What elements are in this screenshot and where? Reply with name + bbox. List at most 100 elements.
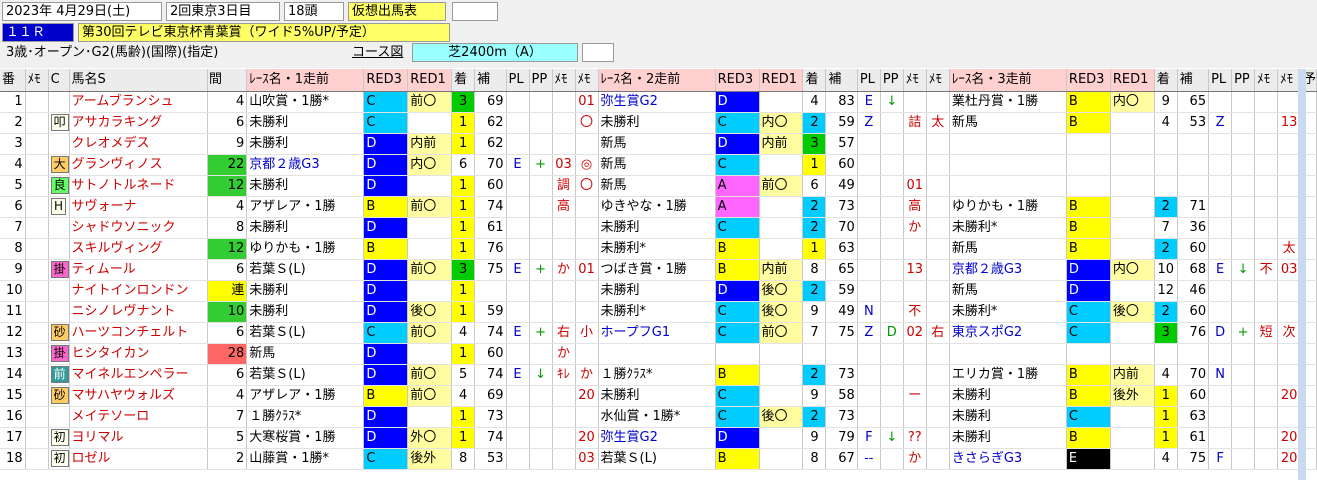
horse-name[interactable]: マサハヤウォルズ — [69, 385, 208, 407]
memo-cell[interactable] — [25, 217, 49, 239]
memo-a-r2[interactable] — [903, 238, 927, 260]
column-header[interactable]: ﾒﾓ — [1254, 69, 1279, 92]
column-header[interactable]: 補 — [1177, 69, 1210, 92]
memo-b-r2[interactable] — [926, 259, 950, 281]
race-name-r2[interactable]: ゆきやな・1勝 — [598, 196, 716, 218]
memo-a-r1[interactable]: 調 — [552, 175, 576, 197]
memo-a-r2[interactable] — [903, 154, 927, 176]
race-name-r2[interactable]: 若葉Ｓ(L) — [598, 448, 716, 470]
table-row[interactable]: 2 叩アサカラキング 6 未勝利 C 1 62 〇未勝利 C 内〇 2 59 Z 詰太新馬 B 4 53 Z 13 — [0, 112, 1317, 134]
memo-a-r3[interactable] — [1254, 238, 1279, 260]
memo-a-r1[interactable] — [552, 448, 576, 470]
memo-cell[interactable] — [25, 322, 49, 344]
memo-b-r1[interactable]: か — [575, 364, 599, 386]
memo-b-r2[interactable] — [926, 175, 950, 197]
memo-a-r3[interactable]: 短 — [1254, 322, 1279, 344]
column-header[interactable]: 間 — [207, 69, 248, 92]
table-row[interactable]: 18 初ロゼル 2 山藤賞・1勝* C 後外 8 53 03 若葉Ｓ(L) B 8 67 -- かきさらぎG… — [0, 448, 1317, 470]
race-name-r3[interactable]: きさらぎG3 — [949, 448, 1067, 470]
memo-cell[interactable] — [25, 196, 49, 218]
memo-a-r1[interactable] — [552, 238, 576, 260]
race-name-r3[interactable]: エリカ賞・1勝 — [949, 364, 1067, 386]
memo-b-r1[interactable]: 03 — [575, 448, 599, 470]
table-row[interactable]: 11 ニシノレヴナント 10 未勝利 D 後〇 1 59 未勝利* C 後〇 9 49 N 不未勝利* C 後〇… — [0, 301, 1317, 323]
horse-name[interactable]: ヨリマル — [69, 427, 208, 449]
course-extra[interactable] — [582, 43, 614, 62]
column-header[interactable]: PL — [1208, 69, 1233, 92]
race-name-r2[interactable]: 未勝利 — [598, 217, 716, 239]
table-row[interactable]: 13 掛ヒシタイカン 28 新馬 D 1 60 か — [0, 343, 1317, 365]
horse-name[interactable]: メイテソーロ — [69, 406, 208, 428]
memo-b-r1[interactable]: 01 — [575, 91, 599, 113]
race-name-r1[interactable]: 若葉Ｓ(L) — [246, 364, 365, 386]
memo-a-r3[interactable] — [1254, 406, 1279, 428]
table-row[interactable]: 17 初ヨリマル 5 大寒桜賞・1勝 D 外〇 1 74 20 弥生賞G2 D 9 79 F ↓?? 未勝利 B… — [0, 427, 1317, 449]
memo-b-r1[interactable]: 小 — [575, 322, 599, 344]
memo-a-r2[interactable] — [903, 364, 927, 386]
memo-a-r1[interactable] — [552, 112, 576, 134]
race-name-r3[interactable] — [949, 343, 1067, 365]
column-header[interactable]: ﾚｰｽ名・2走前 — [598, 69, 716, 92]
race-name-r2[interactable]: ホープフG1 — [598, 322, 716, 344]
race-name-r2[interactable]: 新馬 — [598, 154, 716, 176]
horse-name[interactable]: ロゼル — [69, 448, 208, 470]
memo-a-r2[interactable]: か — [903, 217, 927, 239]
race-name-r1[interactable]: １勝ｸﾗｽ* — [246, 406, 365, 428]
race-name-r3[interactable]: 京都２歳G3 — [949, 259, 1067, 281]
race-name-r1[interactable]: 未勝利 — [246, 280, 365, 302]
column-header[interactable]: RED3 — [363, 69, 409, 92]
race-name-r1[interactable]: 未勝利 — [246, 133, 365, 155]
race-name-r3[interactable]: 未勝利 — [949, 427, 1067, 449]
memo-cell[interactable] — [25, 112, 49, 134]
meet-field[interactable]: 2回東京3日目 — [166, 2, 280, 21]
race-name-r3[interactable]: 業杜丹賞・1勝 — [949, 91, 1067, 113]
memo-a-r1[interactable] — [552, 385, 576, 407]
race-name-r1[interactable]: 大寒桜賞・1勝 — [246, 427, 365, 449]
horse-name[interactable]: アサカラキング — [69, 112, 208, 134]
column-header[interactable]: 補 — [825, 69, 858, 92]
column-header[interactable]: 着 — [802, 69, 827, 92]
memo-cell[interactable] — [25, 133, 49, 155]
memo-b-r2[interactable] — [926, 301, 950, 323]
column-header[interactable]: 番 — [0, 69, 26, 92]
horse-name[interactable]: グランヴィノス — [69, 154, 208, 176]
table-row[interactable]: 9 掛ティムール 6 若葉Ｓ(L) D 前〇 3 75 E + か 01 つばき賞・1勝 B 内前 8 65 13… — [0, 259, 1317, 281]
horse-name[interactable]: ハーツコンチェルト — [69, 322, 208, 344]
column-header[interactable]: RED1 — [1110, 69, 1155, 92]
memo-b-r1[interactable]: 01 — [575, 259, 599, 281]
memo-a-r1[interactable] — [552, 133, 576, 155]
memo-b-r2[interactable] — [926, 91, 950, 113]
horse-name[interactable]: ナイトインロンドン — [69, 280, 208, 302]
memo-cell[interactable] — [25, 406, 49, 428]
memo-a-r2[interactable]: 01 — [903, 175, 927, 197]
memo-a-r1[interactable]: ｷﾚ — [552, 364, 576, 386]
race-name-r1[interactable]: ゆりかも・1勝 — [246, 238, 365, 260]
race-name-r1[interactable]: 未勝利 — [246, 175, 365, 197]
memo-b-r2[interactable] — [926, 427, 950, 449]
memo-a-r2[interactable] — [903, 280, 927, 302]
race-name-r1[interactable]: アザレア・1勝 — [246, 385, 365, 407]
course-map-link[interactable]: コース図 — [348, 43, 410, 62]
memo-a-r3[interactable] — [1254, 217, 1279, 239]
extra-field[interactable] — [452, 2, 498, 21]
memo-b-r2[interactable] — [926, 217, 950, 239]
race-name-r1[interactable]: アザレア・1勝 — [246, 196, 365, 218]
table-row[interactable]: 7 シャドウソニック 8 未勝利 D 1 61 未勝利 C 2 70 か未勝利* B 7 36 — [0, 217, 1317, 239]
race-name-r2[interactable]: 水仙賞・1勝* — [598, 406, 716, 428]
race-name-r3[interactable]: 未勝利* — [949, 301, 1067, 323]
memo-a-r2[interactable]: 高 — [903, 196, 927, 218]
memo-b-r2[interactable] — [926, 133, 950, 155]
memo-a-r3[interactable] — [1254, 196, 1279, 218]
memo-a-r2[interactable]: ?? — [903, 427, 927, 449]
memo-a-r3[interactable] — [1254, 280, 1279, 302]
race-name-r2[interactable] — [598, 343, 716, 365]
memo-a-r2[interactable]: ー — [903, 385, 927, 407]
horse-name[interactable]: クレオメデス — [69, 133, 208, 155]
memo-b-r1[interactable] — [575, 133, 599, 155]
memo-cell[interactable] — [25, 364, 49, 386]
column-header[interactable]: RED3 — [1066, 69, 1111, 92]
memo-a-r1[interactable]: 右 — [552, 322, 576, 344]
memo-b-r1[interactable] — [575, 196, 599, 218]
memo-b-r1[interactable]: 〇 — [575, 112, 599, 134]
memo-b-r2[interactable]: 右 — [926, 322, 950, 344]
